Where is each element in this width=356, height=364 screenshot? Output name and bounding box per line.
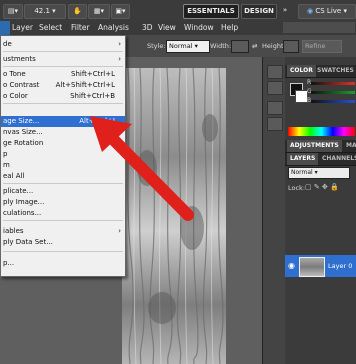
menu-bar: Layer Select Filter Analysis 3D View Win… bbox=[0, 21, 356, 36]
menu-item-shortcut: Alt+Shift+Ctrl+L bbox=[55, 81, 115, 89]
zoom-level-dropdown[interactable]: 42.1 ▾ bbox=[24, 4, 66, 19]
menu-item-label: o Color bbox=[3, 92, 28, 100]
panel-icon-strip bbox=[262, 57, 286, 364]
refine-edge-button[interactable]: Refine bbox=[302, 40, 342, 53]
menu-item-label: o Contrast bbox=[3, 81, 40, 89]
menu-item-label: eal All bbox=[3, 172, 25, 180]
menu-separator bbox=[3, 66, 123, 67]
red-arrow-annotation bbox=[90, 116, 194, 221]
width-input[interactable] bbox=[231, 40, 249, 53]
refine-label: Refine bbox=[305, 42, 326, 50]
menu-item-label: plicate... bbox=[3, 187, 34, 195]
hand-icon[interactable]: ✋ bbox=[68, 4, 87, 19]
screen-mode-icon[interactable]: ▣▾ bbox=[111, 4, 130, 19]
blend-mode-select[interactable]: Normal ▾ bbox=[288, 167, 350, 179]
menu-separator bbox=[3, 251, 123, 252]
menu-filter[interactable]: Filter bbox=[71, 23, 90, 32]
tab-layers[interactable]: LAYERS bbox=[287, 153, 319, 165]
right-panels: COLOR SWATCHES R G B ADJUSTMENTS MAS LAY… bbox=[285, 57, 356, 364]
essentials-label: ESSENTIALS bbox=[187, 7, 235, 15]
lock-icons[interactable]: ▢ ✎ ✥ 🔒 bbox=[305, 183, 339, 191]
menu-item-label: de bbox=[3, 40, 12, 48]
menu-item-label: iables bbox=[3, 227, 24, 235]
menu-item-label: o Tone bbox=[3, 70, 26, 78]
zoom-value: 42.1 bbox=[34, 7, 50, 15]
tab-color[interactable]: COLOR bbox=[287, 65, 316, 77]
tab-swatches[interactable]: SWATCHES bbox=[314, 65, 356, 77]
menu-3d[interactable]: 3D bbox=[142, 23, 153, 32]
menu-item[interactable]: p... bbox=[1, 258, 125, 269]
lock-label: Lock: bbox=[288, 184, 306, 192]
menu-item[interactable]: de › bbox=[1, 39, 125, 50]
tab-channels[interactable]: CHANNELS bbox=[319, 153, 356, 165]
submenu-arrow-icon: › bbox=[118, 55, 121, 63]
brush-panel-icon[interactable] bbox=[267, 101, 283, 115]
view-extras-icon[interactable]: ▤▾ bbox=[3, 4, 23, 19]
menu-item[interactable]: o Tone Shift+Ctrl+L bbox=[1, 69, 125, 80]
menu-item[interactable]: ply Data Set... bbox=[1, 237, 125, 248]
layer-row[interactable]: ◉ Layer 0 bbox=[285, 255, 356, 277]
menu-separator bbox=[3, 51, 123, 52]
visibility-eye-icon[interactable]: ◉ bbox=[288, 261, 295, 270]
tab-adjustments[interactable]: ADJUSTMENTS bbox=[287, 140, 342, 152]
cs-live-icon: ◉ bbox=[307, 7, 314, 15]
layers-panel-tabs: LAYERS CHANNELS bbox=[285, 153, 356, 166]
menu-image-active[interactable] bbox=[0, 21, 10, 35]
menu-item-label: p... bbox=[3, 259, 15, 267]
menu-item-label: p bbox=[3, 150, 8, 158]
cs-live-button[interactable]: ◉ CS Live ▾ bbox=[298, 4, 356, 19]
style-value: Normal bbox=[169, 42, 193, 50]
red-slider[interactable] bbox=[311, 82, 355, 85]
submenu-arrow-icon: › bbox=[118, 40, 121, 48]
more-workspaces-button[interactable]: » bbox=[279, 4, 291, 17]
more-label: » bbox=[282, 6, 288, 14]
menu-select[interactable]: Select bbox=[39, 23, 62, 32]
layer-thumbnail bbox=[299, 257, 325, 277]
menu-item-label: age Size... bbox=[3, 117, 40, 125]
height-input[interactable] bbox=[283, 40, 299, 53]
arrange-documents-icon[interactable]: ▦▾ bbox=[88, 4, 110, 19]
swap-icon[interactable]: ⇄ bbox=[252, 42, 257, 50]
menu-item-label: ustments bbox=[3, 55, 36, 63]
tab-masks[interactable]: MAS bbox=[343, 140, 356, 152]
color-spectrum-bar[interactable] bbox=[288, 127, 355, 136]
menu-item-label: ply Image... bbox=[3, 198, 45, 206]
menu-layer[interactable]: Layer bbox=[12, 23, 33, 32]
design-workspace-button[interactable]: DESIGN bbox=[241, 4, 277, 19]
menu-view[interactable]: View bbox=[158, 23, 176, 32]
design-label: DESIGN bbox=[244, 7, 274, 15]
menu-item-shortcut: Shift+Ctrl+L bbox=[71, 70, 115, 78]
adjustments-panel-tabs: ADJUSTMENTS MAS bbox=[285, 140, 356, 153]
menu-analysis[interactable]: Analysis bbox=[98, 23, 129, 32]
history-panel-icon[interactable] bbox=[267, 65, 283, 79]
essentials-workspace-button[interactable]: ESSENTIALS bbox=[183, 4, 239, 19]
title-bar-controls[interactable] bbox=[283, 22, 355, 33]
style-select[interactable]: Normal ▾ bbox=[166, 40, 210, 53]
menu-help[interactable]: Help bbox=[221, 23, 238, 32]
width-label: Width: bbox=[210, 42, 232, 50]
blue-slider[interactable] bbox=[311, 100, 355, 103]
layer-name: Layer 0 bbox=[328, 262, 353, 270]
menu-item-label: culations... bbox=[3, 209, 42, 217]
menu-window[interactable]: Window bbox=[184, 23, 214, 32]
color-panel-tabs: COLOR SWATCHES bbox=[285, 65, 356, 78]
style-label: Style: bbox=[147, 42, 166, 50]
menu-item-label: ply Data Set... bbox=[3, 238, 53, 246]
menu-item[interactable]: ustments › bbox=[1, 54, 125, 65]
green-slider[interactable] bbox=[311, 91, 355, 94]
cs-live-label: CS Live bbox=[315, 7, 342, 15]
menu-item-label: nvas Size... bbox=[3, 128, 43, 136]
blend-mode-value: Normal bbox=[291, 169, 313, 176]
menu-item-label: ge Rotation bbox=[3, 139, 44, 147]
menu-item-label: m bbox=[3, 161, 10, 169]
actions-panel-icon[interactable] bbox=[267, 81, 283, 95]
clone-source-icon[interactable] bbox=[267, 117, 283, 131]
menu-item[interactable]: o Contrast Alt+Shift+Ctrl+L bbox=[1, 80, 125, 91]
application-bar: ▤▾ 42.1 ▾ ✋ ▦▾ ▣▾ ESSENTIALS DESIGN » ◉ … bbox=[0, 0, 356, 22]
